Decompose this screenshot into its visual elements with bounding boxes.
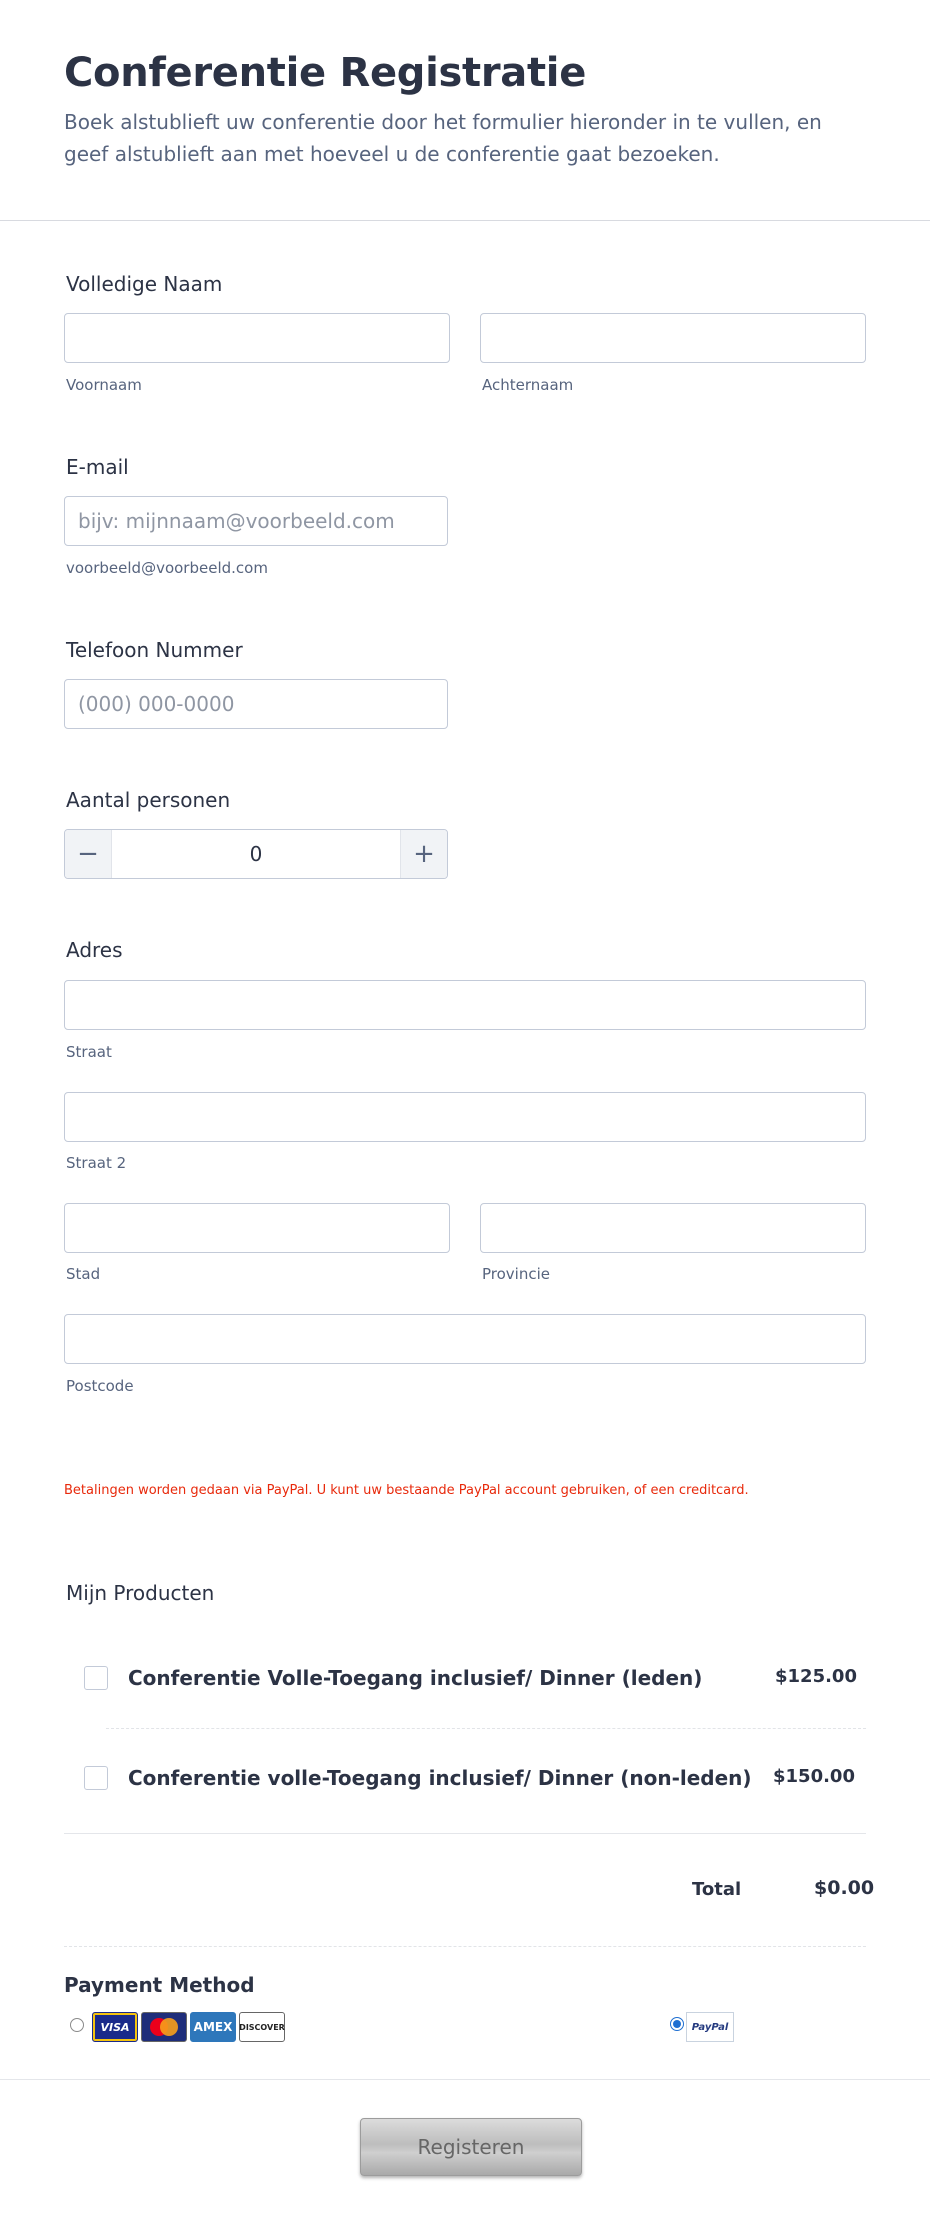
address-label: Adres xyxy=(66,938,123,962)
discover-icon: DISCOVER xyxy=(239,2012,285,2042)
total-divider xyxy=(64,1946,866,1947)
product-divider xyxy=(106,1728,866,1729)
city-input[interactable] xyxy=(64,1203,450,1253)
page-subtitle: Boek alstublieft uw conferentie door het… xyxy=(64,110,822,166)
card-logos: VISA AMEX DISCOVER xyxy=(92,2012,285,2042)
product-name-nonmembers: Conferentie volle-Toegang inclusief/ Din… xyxy=(128,1766,752,1790)
product-checkbox-members[interactable] xyxy=(84,1666,108,1690)
total-value: $0.00 xyxy=(814,1877,875,1899)
paypal-icon: PayPal xyxy=(686,2012,734,2042)
street2-input[interactable] xyxy=(64,1092,866,1142)
province-sublabel: Provincie xyxy=(482,1265,550,1283)
phone-label: Telefoon Nummer xyxy=(66,638,243,662)
phone-field[interactable]: (000) 000-0000 xyxy=(64,679,448,729)
payment-method-label: Payment Method xyxy=(64,1973,255,1997)
payment-note: Betalingen worden gedaan via PayPal. U k… xyxy=(64,1483,749,1498)
plus-button[interactable]: + xyxy=(400,830,447,878)
persons-stepper: − 0 + xyxy=(64,829,448,879)
postcode-input[interactable] xyxy=(64,1314,866,1364)
card-radio[interactable] xyxy=(70,2018,84,2032)
street2-sublabel: Straat 2 xyxy=(66,1154,127,1172)
last-name-input[interactable] xyxy=(480,313,866,363)
full-name-label: Volledige Naam xyxy=(66,272,223,296)
mastercard-icon xyxy=(141,2012,187,2042)
street-sublabel: Straat xyxy=(66,1043,112,1061)
product-name-members: Conferentie Volle-Toegang inclusief/ Din… xyxy=(128,1666,703,1690)
paypal-radio[interactable] xyxy=(670,2017,684,2031)
minus-button[interactable]: − xyxy=(65,830,112,878)
email-sublabel: voorbeeld@voorbeeld.com xyxy=(66,559,268,577)
page-title: Conferentie Registratie xyxy=(64,50,587,96)
register-button[interactable]: Registeren xyxy=(360,2118,582,2176)
postcode-sublabel: Postcode xyxy=(66,1377,134,1395)
email-label: E-mail xyxy=(66,455,129,479)
products-divider xyxy=(64,1833,866,1834)
last-name-sublabel: Achternaam xyxy=(482,376,574,394)
amex-icon: AMEX xyxy=(190,2012,236,2042)
persons-value[interactable]: 0 xyxy=(112,830,400,878)
header-divider xyxy=(0,220,930,221)
persons-label: Aantal personen xyxy=(66,788,231,812)
street-input[interactable] xyxy=(64,980,866,1030)
products-label: Mijn Producten xyxy=(66,1581,215,1605)
product-checkbox-nonmembers[interactable] xyxy=(84,1766,108,1790)
visa-icon: VISA xyxy=(92,2012,138,2042)
first-name-input[interactable] xyxy=(64,313,450,363)
city-sublabel: Stad xyxy=(66,1265,101,1283)
province-input[interactable] xyxy=(480,1203,866,1253)
email-field[interactable]: bijv: mijnnaam@voorbeeld.com xyxy=(64,496,448,546)
footer-divider xyxy=(0,2079,930,2080)
product-price-members: $125.00 xyxy=(775,1666,857,1687)
product-price-nonmembers: $150.00 xyxy=(773,1766,855,1787)
total-label: Total xyxy=(692,1879,742,1900)
first-name-sublabel: Voornaam xyxy=(66,376,142,394)
